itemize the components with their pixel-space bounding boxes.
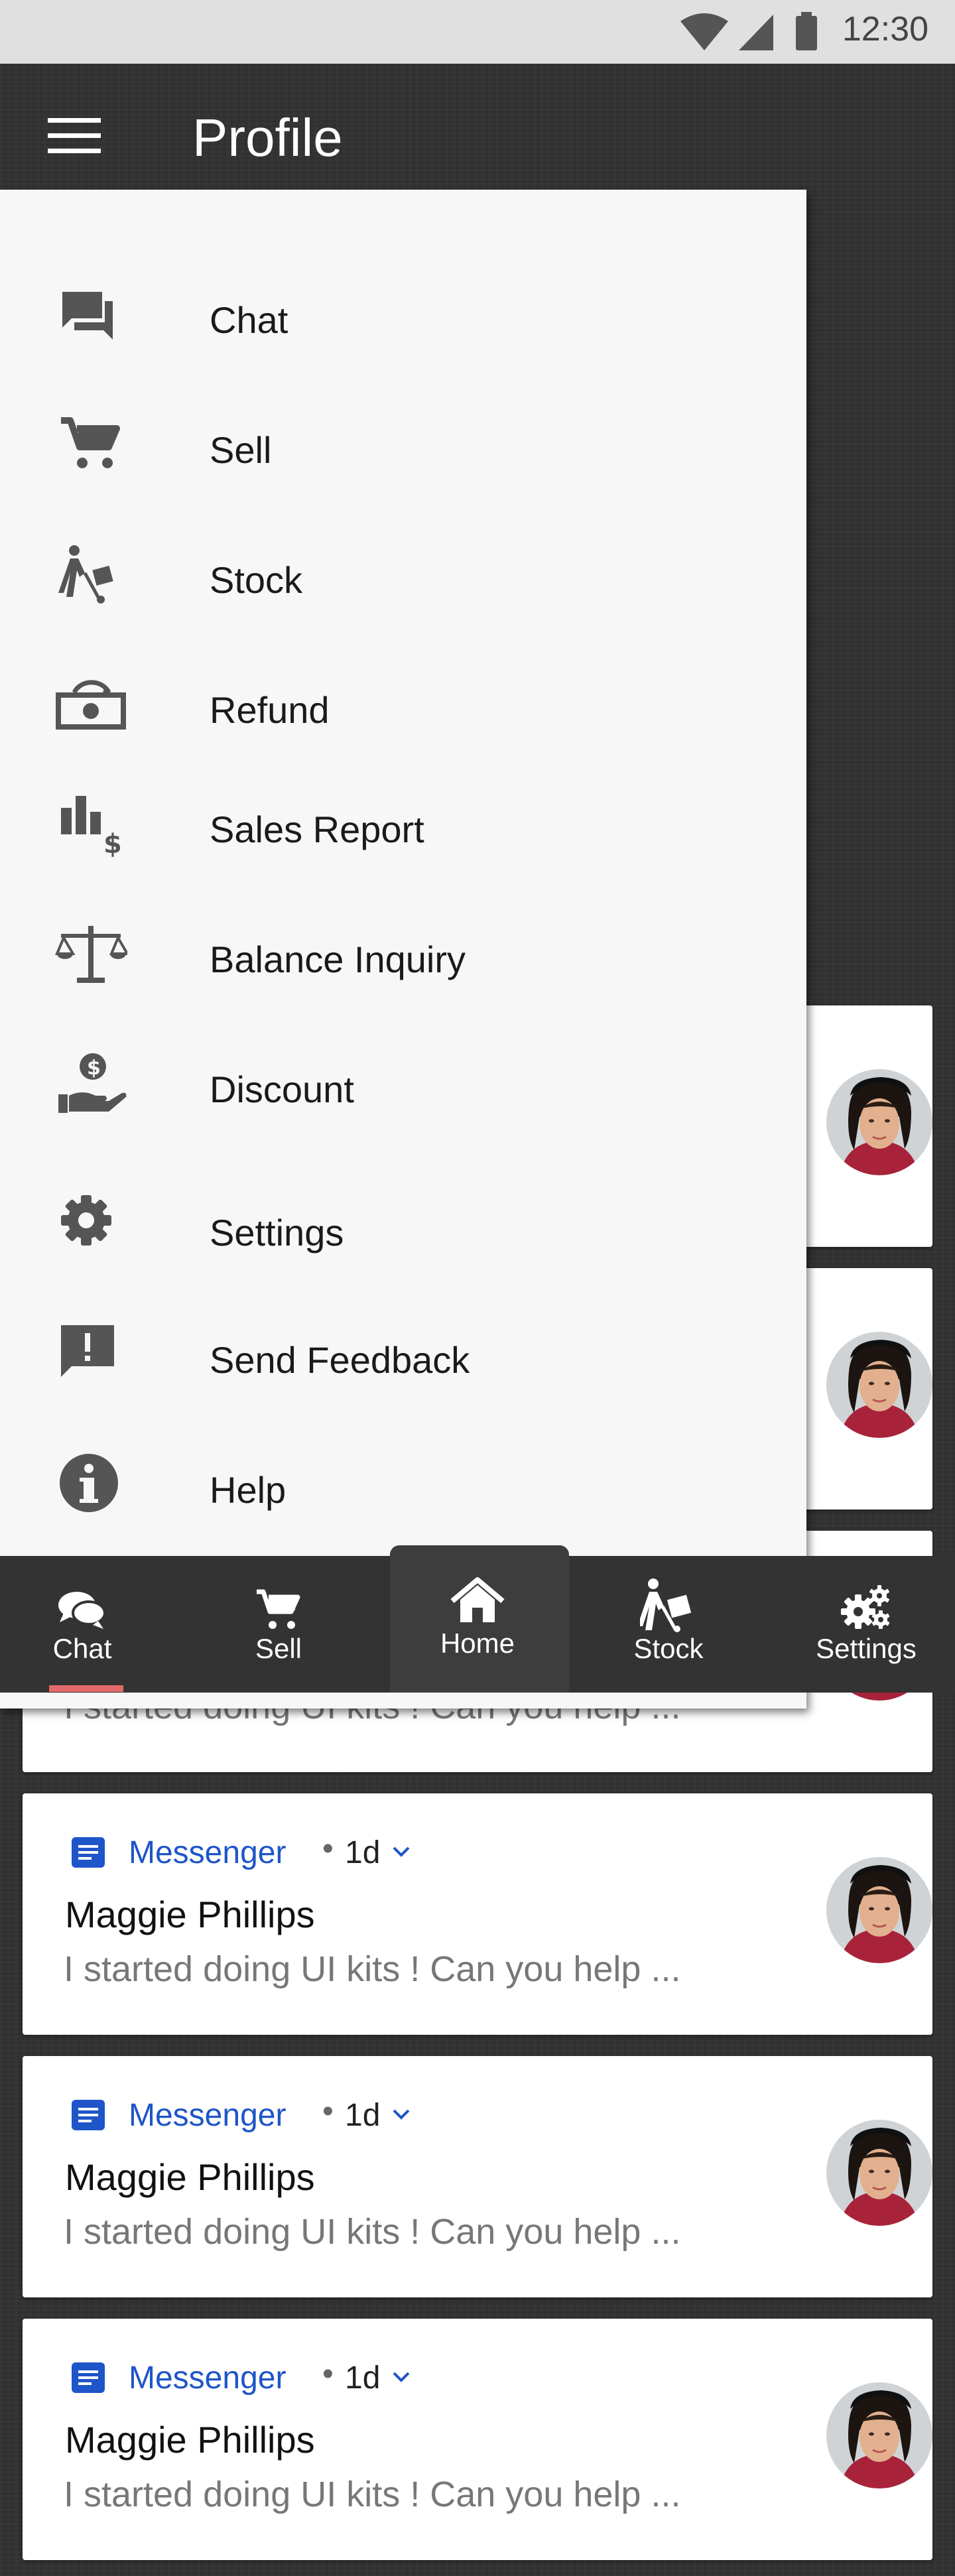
help-icon — [60, 1454, 118, 1512]
app-bar: Profile — [0, 64, 955, 190]
avatar — [826, 1857, 932, 1963]
drawer-label-sales-report: Sales Report — [210, 808, 424, 850]
chat-bubbles-icon — [58, 1592, 106, 1629]
chevron-down-icon[interactable] — [391, 1844, 411, 1860]
notification-card[interactable]: Messenger • 1d Maggie Phillips I started… — [23, 2056, 932, 2297]
tab-label-chat: Chat — [52, 1633, 112, 1664]
messenger-icon — [72, 2362, 105, 2393]
chevron-down-icon[interactable] — [391, 2369, 411, 2385]
drawer-label-sell: Sell — [210, 429, 272, 471]
balance-scale-icon — [55, 926, 127, 983]
tab-stock[interactable]: Stock — [609, 1556, 728, 1693]
hamburger-menu-icon[interactable] — [48, 118, 101, 154]
battery-icon — [796, 12, 817, 50]
drawer-label-refund: Refund — [210, 689, 330, 731]
tab-chat[interactable]: Chat — [23, 1556, 142, 1693]
notification-preview: I started doing UI kits ! Can you help .… — [64, 1949, 681, 1989]
drawer-item-balance-inquiry[interactable]: Balance Inquiry — [0, 906, 806, 1005]
drawer-item-chat[interactable]: Chat — [0, 267, 806, 366]
notification-app-name: Messenger — [129, 2360, 286, 2396]
tab-settings[interactable]: Settings — [800, 1556, 932, 1693]
tab-label-sell: Sell — [255, 1633, 302, 1664]
notification-preview: I started doing UI kits ! Can you help .… — [64, 2475, 681, 2514]
tab-sell[interactable]: Sell — [219, 1556, 338, 1693]
cart-icon — [257, 1589, 300, 1629]
drawer-label-stock: Stock — [210, 559, 303, 601]
notification-preview: I started doing UI kits ! Can you help .… — [64, 2212, 681, 2252]
tab-label-home: Home — [440, 1628, 515, 1659]
drawer-label-settings: Settings — [210, 1212, 344, 1254]
messenger-icon — [72, 1837, 105, 1868]
messenger-icon — [72, 2100, 105, 2130]
chat-icon — [62, 292, 113, 340]
separator-dot: • — [322, 1831, 334, 1866]
notification-sender: Maggie Phillips — [65, 2156, 315, 2198]
avatar — [826, 1332, 932, 1438]
notification-app-name: Messenger — [129, 1835, 286, 1870]
drawer-item-sell[interactable]: Sell — [0, 397, 806, 496]
signal-icon — [739, 15, 773, 50]
svg-text:$: $ — [103, 829, 122, 858]
drawer-item-sales-report[interactable]: $ Sales Report — [0, 776, 806, 875]
refund-icon — [56, 680, 126, 730]
home-icon — [450, 1577, 505, 1622]
svg-text:$: $ — [87, 1057, 101, 1080]
notification-card[interactable]: Messenger • 1d Maggie Phillips I started… — [23, 1793, 932, 2035]
bottom-navigation: Chat Sell Home Stock Settings — [0, 1545, 955, 1693]
notification-time: 1d — [345, 2098, 381, 2133]
avatar — [826, 2120, 932, 2226]
separator-dot: • — [322, 2356, 334, 2392]
drawer-item-discount[interactable]: $ Discount — [0, 1036, 806, 1135]
drawer-item-send-feedback[interactable]: Send Feedback — [0, 1307, 806, 1406]
notification-sender: Maggie Phillips — [65, 1894, 315, 1935]
drawer-label-send-feedback: Send Feedback — [210, 1339, 470, 1381]
tab-label-settings: Settings — [816, 1633, 917, 1664]
sales-report-icon: $ — [61, 796, 122, 858]
drawer-label-balance-inquiry: Balance Inquiry — [210, 938, 466, 980]
cart-icon — [61, 417, 120, 468]
notification-sender: Maggie Phillips — [65, 2419, 315, 2461]
chevron-down-icon[interactable] — [391, 2106, 411, 2122]
drawer-item-refund[interactable]: Refund — [0, 657, 806, 756]
drawer-label-help: Help — [210, 1469, 286, 1511]
drawer-item-help[interactable]: Help — [0, 1437, 806, 1536]
active-tab-indicator — [49, 1685, 123, 1692]
drawer-label-chat: Chat — [210, 299, 288, 341]
gears-icon — [841, 1585, 890, 1629]
gear-icon — [61, 1195, 111, 1246]
page-title: Profile — [192, 108, 343, 167]
notification-time: 1d — [345, 1835, 381, 1870]
feedback-icon — [61, 1325, 114, 1377]
notification-card[interactable]: Messenger • 1d Maggie Phillips I started… — [23, 2319, 932, 2560]
status-bar: 12:30 — [0, 0, 955, 64]
tab-home[interactable]: Home — [411, 1556, 544, 1693]
drawer-item-settings[interactable]: Settings — [0, 1177, 806, 1276]
notification-time: 1d — [345, 2360, 381, 2396]
discount-icon: $ — [58, 1053, 127, 1113]
tab-label-stock: Stock — [633, 1633, 704, 1664]
avatar — [826, 1069, 932, 1175]
drawer-label-discount: Discount — [210, 1068, 354, 1110]
navigation-drawer: Chat Sell Stock Refund $ Sales Report Ba… — [0, 190, 806, 1708]
avatar — [826, 2382, 932, 2488]
stock-dolly-icon — [640, 1578, 692, 1632]
notification-app-name: Messenger — [129, 2098, 286, 2133]
separator-dot: • — [322, 2094, 334, 2129]
status-time: 12:30 — [842, 10, 928, 48]
drawer-item-stock[interactable]: Stock — [0, 527, 806, 626]
stock-dolly-icon — [58, 545, 113, 604]
wifi-icon — [680, 13, 728, 50]
